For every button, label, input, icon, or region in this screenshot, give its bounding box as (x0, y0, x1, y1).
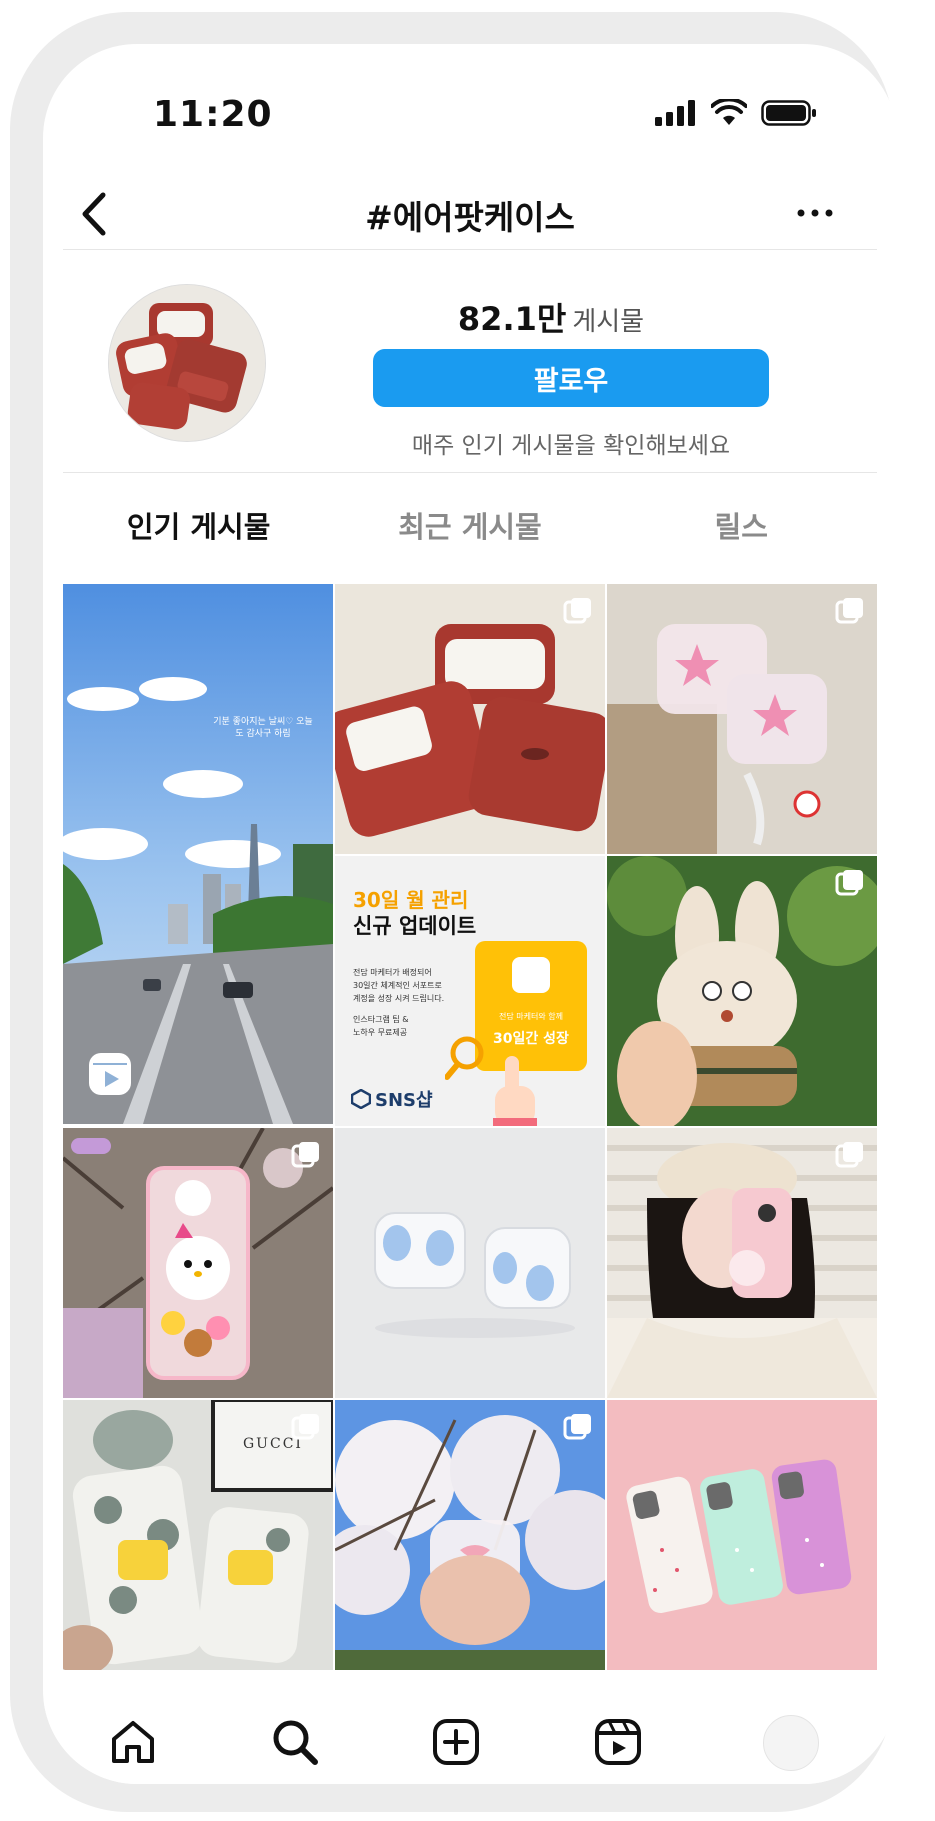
multi-image-icon (563, 1414, 591, 1440)
header-divider (63, 249, 877, 250)
status-time: 11:20 (153, 94, 273, 135)
hand-icon (493, 1056, 537, 1126)
chart-card-icon (512, 957, 550, 993)
post-blue-cases[interactable] (335, 1128, 605, 1398)
profile-divider (63, 472, 877, 473)
multi-image-icon (835, 1142, 863, 1168)
home-icon[interactable] (108, 1717, 158, 1767)
multi-image-icon (563, 598, 591, 624)
multi-image-icon (835, 598, 863, 624)
post-kitty-case[interactable] (63, 1128, 333, 1398)
promo-body: 전담 마케터가 배정되어 30일간 체계적인 서포트로 계정을 성장 시켜 드립… (353, 966, 444, 1039)
post-glitter-cases[interactable] (607, 1400, 877, 1670)
tab-popular-posts[interactable]: 인기 게시물 (63, 492, 334, 562)
phone-screen: 11:20 #에어팟케이스 82.1만 게시물 팔로우 매주 인기 게시물을 확… (43, 44, 897, 1784)
post-red-airpods[interactable] (335, 584, 605, 854)
hashtag-title: #에어팟케이스 (365, 198, 575, 237)
multi-image-icon (291, 1142, 319, 1168)
signal-icon (655, 100, 695, 126)
post-stats: 82.1만 게시물 (353, 294, 749, 340)
profile-avatar[interactable] (763, 1715, 819, 1771)
promo-body-line: 전담 마케터가 배정되어 (353, 968, 432, 977)
airpods-case-image (109, 285, 265, 441)
promo-body-line: 노하우 무료제공 (353, 1028, 408, 1037)
post-blossom-case[interactable] (335, 1400, 605, 1670)
follow-button[interactable]: 팔로우 (373, 349, 769, 407)
weekly-popular-subtitle: 매주 인기 게시물을 확인해보세요 (411, 433, 731, 459)
bottom-tab-bar (43, 1699, 897, 1784)
promo-body-line: 인스타그램 팁 & (353, 1015, 409, 1024)
promo-body-line: 30일간 체계적인 서포트로 (353, 981, 442, 990)
sky-road-image (63, 584, 333, 1124)
hashtag-avatar (108, 284, 266, 442)
post-count: 82.1만 (457, 300, 567, 338)
brand-name: SNS샵 (375, 1090, 433, 1111)
reels-icon[interactable] (593, 1717, 643, 1767)
promo-line2: 신규 업데이트 (353, 914, 477, 938)
post-mirror-selfie[interactable] (607, 1128, 877, 1398)
reels-badge-icon (89, 1053, 131, 1095)
more-options-icon[interactable] (789, 195, 841, 231)
post-tabs: 인기 게시물 최근 게시물 릴스 (63, 492, 877, 562)
create-icon[interactable] (431, 1717, 481, 1767)
blue-cases-image (335, 1128, 605, 1398)
promo-body-line: 계정을 성장 시켜 드립니다. (353, 994, 445, 1003)
brand-logo: SNS샵 (351, 1086, 433, 1112)
glitter-cases-image (607, 1400, 877, 1670)
post-grid: 기분 좋아지는 날씨♡ 오늘도 감사구 하림 30일 월 관리 신규 업데이트 … (63, 584, 877, 1699)
sns-logo-icon (351, 1089, 371, 1109)
post-promo-update[interactable]: 30일 월 관리 신규 업데이트 전담 마케터가 배정되어 30일간 체계적인 … (335, 856, 605, 1126)
wifi-icon (711, 99, 747, 125)
post-fluffy-bunny[interactable] (607, 856, 877, 1126)
status-icons (653, 99, 817, 127)
post-cartoon-cases[interactable]: GUCCI (63, 1400, 333, 1670)
multi-image-icon (291, 1414, 319, 1440)
reel-post-sky[interactable]: 기분 좋아지는 날씨♡ 오늘도 감사구 하림 (63, 584, 333, 1124)
battery-icon (761, 100, 816, 126)
nav-header: #에어팟케이스 (43, 179, 897, 249)
multi-image-icon (835, 870, 863, 896)
promo-line1: 30일 월 관리 (353, 888, 469, 912)
post-label: 게시물 (572, 307, 645, 337)
tab-reels[interactable]: 릴스 (606, 492, 877, 562)
search-icon[interactable] (270, 1717, 320, 1767)
tab-recent-posts[interactable]: 최근 게시물 (334, 492, 605, 562)
promo-card-small: 전담 마케터와 함께 (499, 1012, 563, 1021)
reel-overlay-text: 기분 좋아지는 날씨♡ 오늘도 감사구 하림 (213, 717, 313, 739)
post-star-case[interactable] (607, 584, 877, 854)
